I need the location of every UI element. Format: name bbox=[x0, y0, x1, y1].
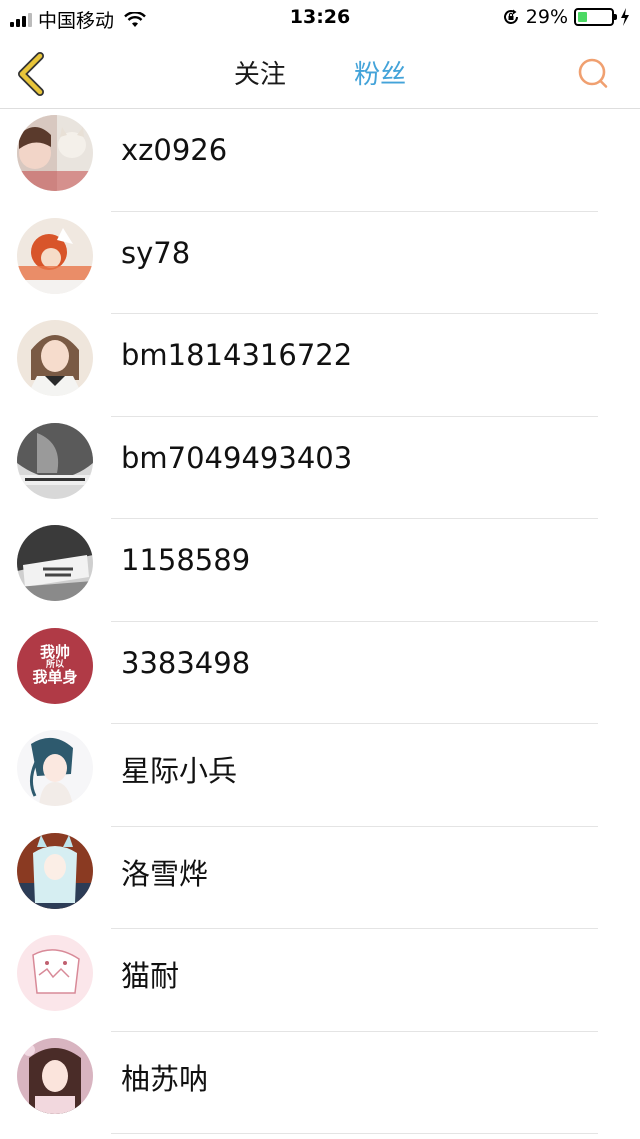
avatar[interactable] bbox=[17, 832, 93, 909]
fan-row[interactable]: 洛雪烨 bbox=[0, 827, 640, 929]
fan-name: 星际小兵 bbox=[121, 754, 238, 788]
nav-bar: 关注 粉丝 bbox=[0, 36, 640, 109]
status-right: 29% bbox=[502, 6, 630, 28]
tab-following[interactable]: 关注 bbox=[234, 54, 286, 91]
avatar[interactable] bbox=[17, 320, 93, 396]
avatar[interactable] bbox=[17, 217, 93, 294]
avatar[interactable]: 我帅 所以 我单身 bbox=[17, 627, 93, 704]
battery-icon bbox=[574, 8, 617, 26]
fan-row[interactable]: sy78 bbox=[0, 212, 640, 314]
fan-row[interactable]: 柚苏呐 bbox=[0, 1032, 640, 1134]
fan-row[interactable]: 猫耐 bbox=[0, 929, 640, 1032]
fan-name: sy78 bbox=[121, 235, 191, 270]
avatar[interactable] bbox=[17, 422, 93, 499]
fan-name: 猫耐 bbox=[121, 959, 180, 993]
fan-row[interactable]: 1158589 bbox=[0, 519, 640, 622]
search-button[interactable] bbox=[576, 56, 610, 90]
tab-fans[interactable]: 粉丝 bbox=[354, 54, 406, 91]
fan-name: bm7049493403 bbox=[121, 440, 353, 475]
fan-row[interactable]: 我帅 所以 我单身 3383498 bbox=[0, 622, 640, 724]
battery-level bbox=[578, 12, 588, 22]
fan-name: 柚苏呐 bbox=[121, 1061, 209, 1096]
fan-name: 3383498 bbox=[121, 645, 251, 680]
status-bar: 中国移动 13:26 29% bbox=[0, 0, 640, 36]
avatar[interactable] bbox=[17, 525, 93, 601]
avatar-text-line: 我帅 bbox=[39, 643, 70, 662]
search-icon bbox=[578, 58, 608, 88]
fan-list: xz0926 sy78 bm1814316722 bm7049493403 11… bbox=[0, 109, 640, 1134]
avatar[interactable] bbox=[17, 730, 93, 806]
fan-row[interactable]: bm1814316722 bbox=[0, 314, 640, 417]
charging-icon bbox=[621, 8, 629, 26]
fan-name: bm1814316722 bbox=[121, 338, 353, 372]
fan-row[interactable]: xz0926 bbox=[0, 109, 640, 212]
rotation-lock-icon bbox=[503, 9, 518, 24]
battery-percent: 29% bbox=[525, 6, 568, 28]
avatar[interactable] bbox=[17, 1037, 93, 1114]
tab-group: 关注 粉丝 bbox=[0, 54, 640, 91]
fan-name: xz0926 bbox=[121, 133, 228, 167]
fan-name: 1158589 bbox=[121, 543, 251, 577]
fan-row[interactable]: 星际小兵 bbox=[0, 724, 640, 827]
avatar[interactable] bbox=[17, 115, 93, 191]
fan-row[interactable]: bm7049493403 bbox=[0, 417, 640, 519]
avatar[interactable] bbox=[17, 935, 93, 1011]
divider bbox=[111, 1133, 598, 1134]
avatar-text-line: 我单身 bbox=[32, 668, 78, 687]
fan-name: 洛雪烨 bbox=[121, 856, 209, 891]
